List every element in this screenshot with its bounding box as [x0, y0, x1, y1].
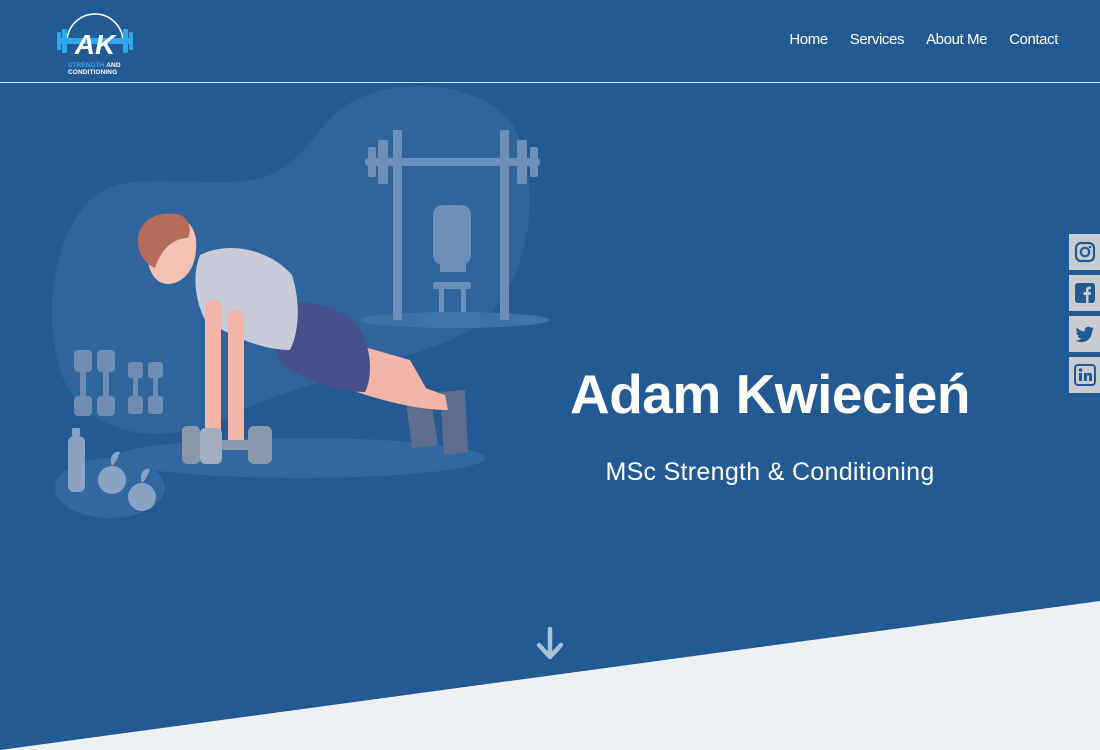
- logo-text: STRENGTH AND CONDITIONING: [68, 62, 121, 76]
- dumbbell-logo-icon: AK: [57, 13, 133, 60]
- scroll-down-arrow-icon[interactable]: [535, 626, 565, 662]
- hero-subtitle: MSc Strength & Conditioning: [605, 458, 935, 486]
- rack-shadow: [360, 312, 550, 328]
- nav-about-me[interactable]: About Me: [926, 31, 987, 48]
- svg-text:AK: AK: [74, 29, 117, 60]
- nav-home[interactable]: Home: [789, 31, 828, 48]
- logo-text-conditioning: CONDITIONING: [68, 69, 118, 76]
- linkedin-link[interactable]: [1069, 357, 1100, 393]
- facebook-icon: [1074, 283, 1095, 303]
- hero-title: Adam Kwiecień: [569, 363, 971, 425]
- social-sidebar: [1069, 234, 1100, 398]
- instagram-icon: [1074, 241, 1095, 263]
- twitter-icon: [1075, 326, 1094, 343]
- facebook-link[interactable]: [1069, 275, 1100, 311]
- nav-services[interactable]: Services: [850, 31, 905, 48]
- main-nav: Home Services About Me Contact: [767, 31, 1058, 48]
- instagram-link[interactable]: [1069, 234, 1100, 270]
- twitter-link[interactable]: [1069, 316, 1100, 352]
- workout-illustration: [51, 86, 550, 518]
- linkedin-icon: [1073, 364, 1096, 386]
- navbar: AK STRENGTH AND CONDITIONING Home Servic…: [0, 0, 1100, 83]
- logo[interactable]: AK STRENGTH AND CONDITIONING: [55, 4, 135, 80]
- logo-text-and: AND: [106, 62, 121, 69]
- logo-text-strength: STRENGTH: [68, 62, 105, 69]
- nav-contact[interactable]: Contact: [1009, 31, 1058, 48]
